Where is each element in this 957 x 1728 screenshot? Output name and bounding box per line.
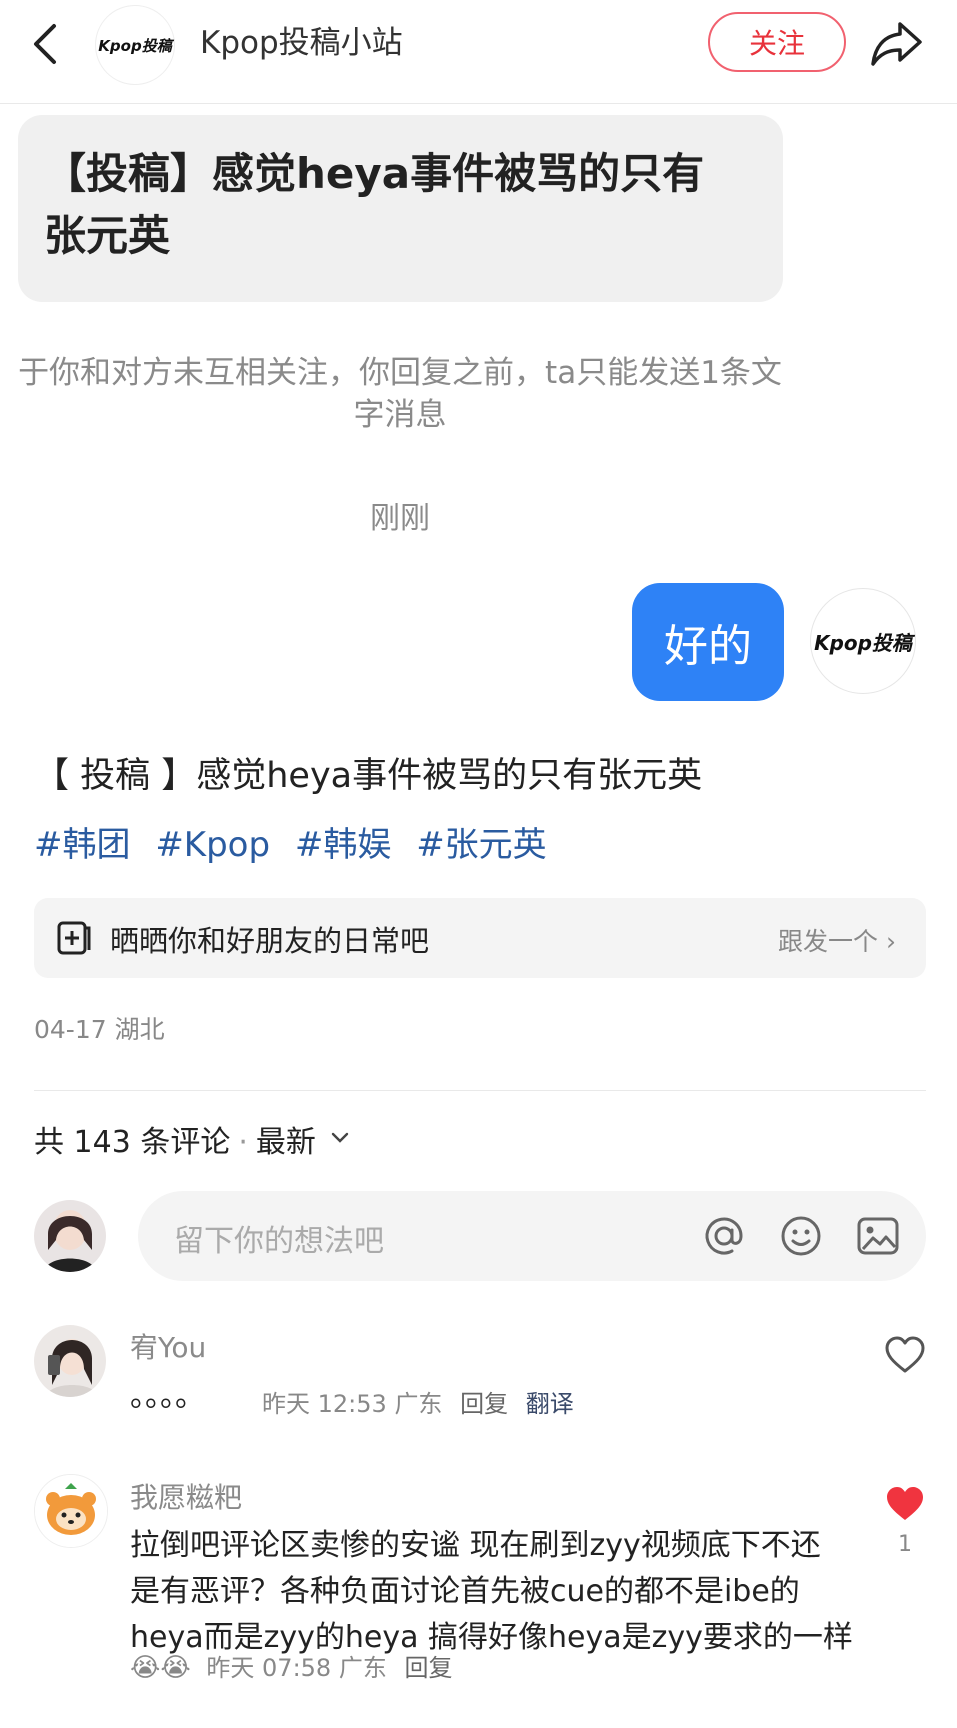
post-title: 【 投稿 】感觉heya事件被骂的只有张元英 — [34, 756, 703, 796]
comment-time: 昨天 12:53 — [262, 1390, 387, 1418]
comment-text-line: 是有恶评？各种负面讨论首先被cue的都不是ibe的 — [130, 1574, 800, 1609]
comment-input[interactable]: 留下你的想法吧 — [138, 1191, 926, 1281]
at-icon[interactable] — [701, 1213, 747, 1259]
share-daily-bar[interactable]: 晒晒你和好朋友的日常吧 跟发一个 › — [34, 898, 926, 978]
tag-list: #韩团 #Kpop #韩娱 #张元英 — [34, 822, 561, 868]
chat-avatar-text: Kpop投稿 — [814, 630, 912, 655]
like-count: 1 — [898, 1532, 912, 1557]
account-avatar[interactable]: Kpop投稿 — [95, 5, 175, 85]
reply-button[interactable]: 回复 — [460, 1390, 508, 1418]
comment-text-line: 拉倒吧评论区卖惨的安谧 现在刷到zyy视频底下不还 — [130, 1528, 821, 1563]
cartoon-avatar-icon — [35, 1475, 107, 1547]
follow-post-link[interactable]: 跟发一个 › — [778, 922, 896, 958]
comment-text: 。。。。 — [130, 1379, 205, 1414]
commenter-avatar[interactable] — [34, 1474, 108, 1548]
reply-bubble: 好的 — [632, 583, 784, 701]
tag-link[interactable]: #Kpop — [155, 825, 270, 865]
separator-dot: · — [238, 1125, 248, 1160]
tag-link[interactable]: #张元英 — [416, 825, 547, 865]
user-photo-icon — [34, 1200, 106, 1272]
heart-filled-icon[interactable] — [884, 1484, 926, 1524]
commenter-name[interactable]: 我愿糍粑 — [130, 1476, 242, 1516]
translate-button[interactable]: 翻译 — [526, 1390, 574, 1418]
my-avatar — [34, 1200, 106, 1272]
comment-time: 昨天 07:58 — [206, 1654, 332, 1682]
comment-location: 广东 — [394, 1390, 443, 1418]
share-daily-label: 晒晒你和好朋友的日常吧 — [110, 924, 430, 958]
header-divider — [0, 103, 957, 104]
comment-meta: 😭😭 昨天 07:58 广东 回复 — [130, 1648, 452, 1683]
crying-emoji: 😭😭 — [130, 1653, 191, 1683]
tag-link[interactable]: #韩团 — [34, 825, 131, 865]
post-date-location: 04-17 湖北 — [34, 1015, 165, 1044]
comment-text: 拉倒吧评论区卖惨的安谧 现在刷到zyy视频底下不还 是有恶评？各种负面讨论首先被… — [130, 1523, 870, 1661]
heart-outline-icon[interactable] — [884, 1335, 926, 1375]
system-notice-line1: 于你和对方未互相关注，你回复之前，ta只能发送1条文 — [18, 355, 782, 391]
follow-button[interactable]: 关注 — [708, 12, 846, 72]
back-chevron-icon[interactable] — [28, 22, 64, 66]
tag-link[interactable]: #韩娱 — [295, 825, 392, 865]
share-arrow-icon[interactable] — [868, 18, 924, 68]
image-icon[interactable] — [855, 1213, 901, 1259]
add-note-icon — [57, 921, 91, 955]
comment-count: 共 143 条评论 · 最新 — [34, 1117, 316, 1161]
comment-input-placeholder: 留下你的想法吧 — [174, 1224, 384, 1259]
chat-avatar: Kpop投稿 — [810, 588, 916, 694]
section-divider — [34, 1090, 926, 1091]
comment-count-text: 共 143 条评论 — [34, 1125, 231, 1160]
comment-meta: 昨天 12:53 广东 回复 翻译 — [262, 1384, 574, 1419]
system-notice-line2: 字消息 — [353, 397, 447, 433]
account-title[interactable]: Kpop投稿小站 — [200, 22, 403, 64]
commenter-avatar[interactable] — [34, 1325, 106, 1397]
commenter-name[interactable]: 宥You — [130, 1326, 206, 1366]
reply-button[interactable]: 回复 — [404, 1654, 452, 1682]
account-logo-text: Kpop投稿 — [98, 36, 172, 55]
quoted-post-card: 【投稿】感觉heya事件被骂的只有张元英 — [18, 115, 783, 302]
chat-timestamp: 刚刚 — [370, 501, 430, 536]
system-notice: 于你和对方未互相关注，你回复之前，ta只能发送1条文 字消息 — [0, 352, 810, 436]
emoji-icon[interactable] — [778, 1213, 824, 1259]
sort-selector[interactable]: 最新 — [256, 1125, 316, 1160]
quoted-post-text: 【投稿】感觉heya事件被骂的只有张元英 — [44, 149, 705, 260]
chevron-down-icon[interactable] — [330, 1128, 350, 1148]
user-photo-icon — [34, 1325, 106, 1397]
comment-location: 广东 — [338, 1654, 387, 1682]
